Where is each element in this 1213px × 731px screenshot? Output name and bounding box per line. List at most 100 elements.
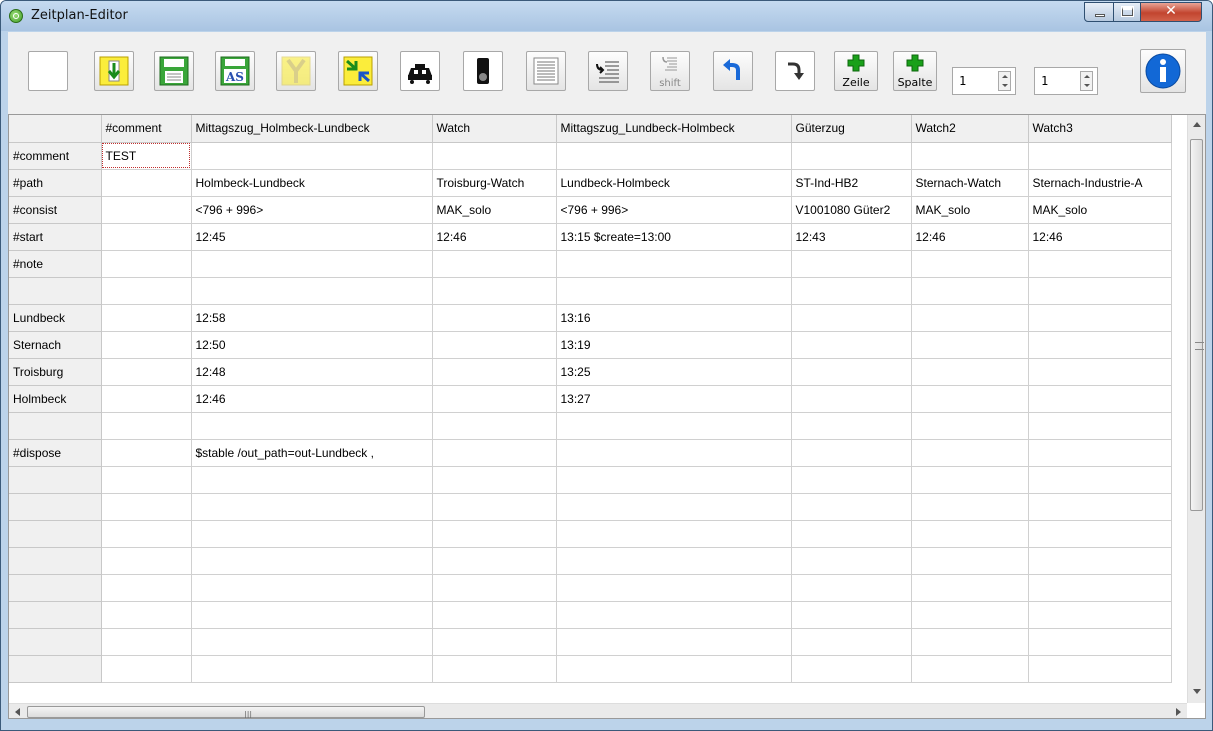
row-header-cell[interactable]: [9, 655, 102, 683]
table-cell[interactable]: 13:27: [556, 385, 792, 413]
undo-button[interactable]: [713, 51, 753, 91]
table-cell[interactable]: [791, 466, 912, 494]
table-cell[interactable]: 12:50: [191, 331, 433, 359]
row-header-cell[interactable]: [9, 520, 102, 548]
table-cell[interactable]: [191, 628, 433, 656]
table-cell[interactable]: [101, 250, 192, 278]
table-cell[interactable]: [791, 250, 912, 278]
table-cell[interactable]: [556, 466, 792, 494]
table-cell[interactable]: [556, 277, 792, 305]
table-cell[interactable]: [911, 601, 1029, 629]
shift-button[interactable]: shift: [650, 51, 690, 91]
table-cell[interactable]: ST-Ind-HB2: [791, 169, 912, 197]
table-cell[interactable]: [432, 493, 557, 521]
row-header-cell[interactable]: [9, 466, 102, 494]
table-cell[interactable]: [556, 601, 792, 629]
table-cell[interactable]: [556, 574, 792, 602]
table-cell[interactable]: TEST: [101, 142, 192, 170]
table-cell[interactable]: [432, 142, 557, 170]
table-cell[interactable]: [791, 439, 912, 467]
table-cell[interactable]: $stable /out_path=out-Lundbeck ,: [191, 439, 433, 467]
table-cell[interactable]: [191, 547, 433, 575]
table-cell[interactable]: 13:19: [556, 331, 792, 359]
row-header-cell[interactable]: #comment: [9, 142, 102, 170]
table-cell[interactable]: [101, 493, 192, 521]
table-cell[interactable]: [101, 601, 192, 629]
table-cell[interactable]: [432, 439, 557, 467]
table-cell[interactable]: [191, 412, 433, 440]
table-cell[interactable]: Sternach-Industrie-A: [1028, 169, 1172, 197]
row-header-cell[interactable]: [9, 493, 102, 521]
table-cell[interactable]: [911, 277, 1029, 305]
scroll-right-icon[interactable]: [1176, 708, 1181, 716]
table-cell[interactable]: [432, 358, 557, 386]
table-cell[interactable]: [791, 655, 912, 683]
info-button[interactable]: [1140, 49, 1186, 93]
row-header-cell[interactable]: #note: [9, 250, 102, 278]
table-cell[interactable]: [101, 412, 192, 440]
row-header-cell[interactable]: [9, 277, 102, 305]
open-button[interactable]: [94, 51, 134, 91]
table-cell[interactable]: [101, 304, 192, 332]
row-header-cell[interactable]: #dispose: [9, 439, 102, 467]
table-cell[interactable]: Troisburg-Watch: [432, 169, 557, 197]
table-cell[interactable]: [791, 385, 912, 413]
table-cell[interactable]: [191, 277, 433, 305]
row-header-cell[interactable]: Troisburg: [9, 358, 102, 386]
consist-button[interactable]: [400, 51, 440, 91]
table-cell[interactable]: [791, 277, 912, 305]
table-cell[interactable]: Lundbeck-Holmbeck: [556, 169, 792, 197]
table-cell[interactable]: [1028, 520, 1172, 548]
table-cell[interactable]: [432, 250, 557, 278]
table-cell[interactable]: [432, 547, 557, 575]
table-cell[interactable]: [191, 574, 433, 602]
table-cell[interactable]: [911, 142, 1029, 170]
table-cell[interactable]: [432, 304, 557, 332]
table-cell[interactable]: [101, 628, 192, 656]
table-cell[interactable]: MAK_solo: [432, 196, 557, 224]
table-cell[interactable]: 12:43: [791, 223, 912, 251]
table-cell[interactable]: [911, 331, 1029, 359]
row-header-cell[interactable]: [9, 574, 102, 602]
column-header-cell[interactable]: Watch: [432, 115, 557, 143]
table-cell[interactable]: MAK_solo: [911, 196, 1029, 224]
row-header-cell[interactable]: [9, 412, 102, 440]
table-cell[interactable]: [101, 277, 192, 305]
row-header-cell[interactable]: Holmbeck: [9, 385, 102, 413]
horizontal-scroll-thumb[interactable]: |||: [27, 706, 425, 718]
table-cell[interactable]: <796 + 996>: [556, 196, 792, 224]
table-cell[interactable]: [1028, 547, 1172, 575]
spinner-arrows-icon[interactable]: [1080, 71, 1093, 91]
table-cell[interactable]: [911, 250, 1029, 278]
table-cell[interactable]: [1028, 277, 1172, 305]
signal-button[interactable]: [463, 51, 503, 91]
column-header-cell[interactable]: Watch3: [1028, 115, 1172, 143]
table-cell[interactable]: [1028, 466, 1172, 494]
table-cell[interactable]: [101, 196, 192, 224]
table-cell[interactable]: [432, 601, 557, 629]
minimize-button[interactable]: [1084, 2, 1114, 22]
table-cell[interactable]: [101, 574, 192, 602]
table-cell[interactable]: [432, 574, 557, 602]
table-cell[interactable]: [911, 628, 1029, 656]
table-cell[interactable]: [1028, 358, 1172, 386]
table-cell[interactable]: [191, 250, 433, 278]
table-cell[interactable]: [191, 466, 433, 494]
column-count-spinner[interactable]: 1: [1034, 67, 1098, 95]
table-cell[interactable]: Sternach-Watch: [911, 169, 1029, 197]
table-cell[interactable]: [911, 520, 1029, 548]
table-cell[interactable]: [911, 466, 1029, 494]
table-cell[interactable]: [101, 358, 192, 386]
table-cell[interactable]: [1028, 601, 1172, 629]
table-cell[interactable]: [791, 412, 912, 440]
table-cell[interactable]: [191, 493, 433, 521]
table-cell[interactable]: [101, 655, 192, 683]
table-cell[interactable]: [556, 142, 792, 170]
new-button[interactable]: [28, 51, 68, 91]
table-cell[interactable]: [1028, 493, 1172, 521]
table-cell[interactable]: [191, 520, 433, 548]
table-cell[interactable]: [911, 304, 1029, 332]
table-cell[interactable]: [791, 331, 912, 359]
table-cell[interactable]: [791, 304, 912, 332]
table-cell[interactable]: [556, 520, 792, 548]
